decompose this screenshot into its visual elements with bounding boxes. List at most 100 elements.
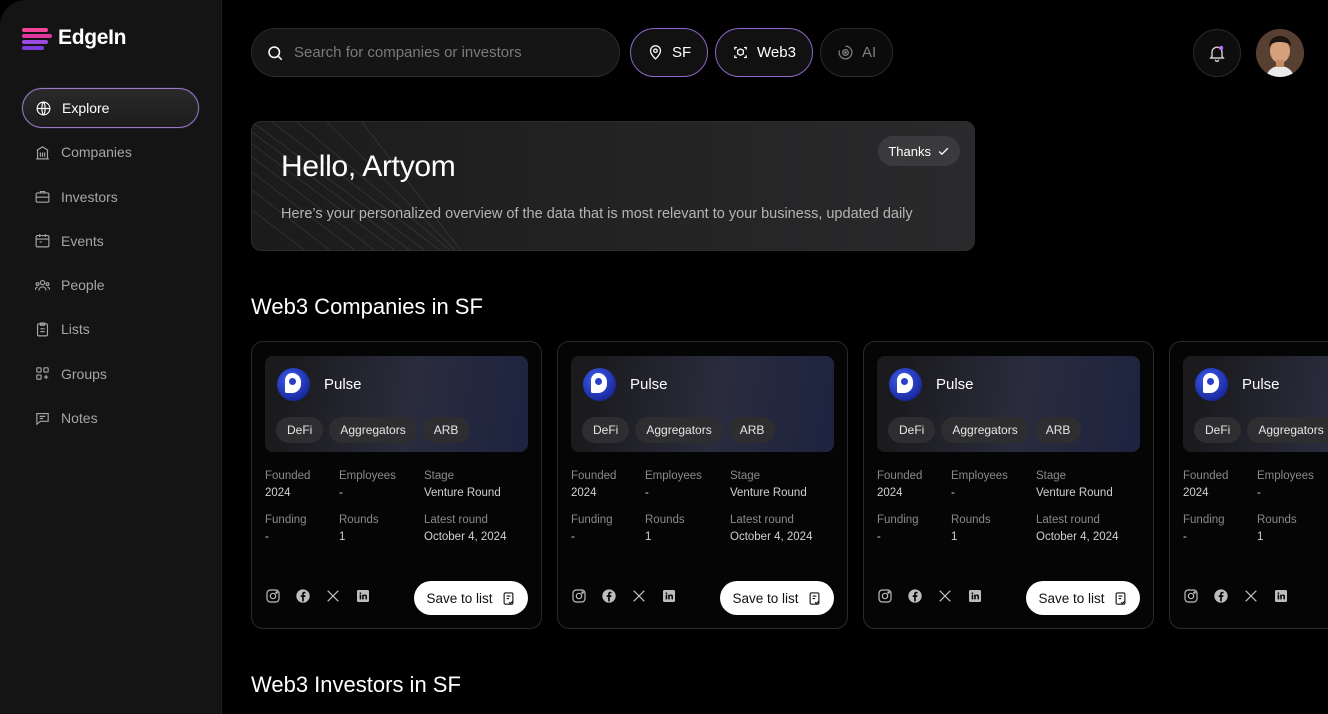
- tag-chip[interactable]: DeFi: [1194, 417, 1242, 443]
- stage-label: Stage: [730, 470, 761, 482]
- tag-chip[interactable]: ARB: [1034, 417, 1082, 443]
- x-twitter-icon[interactable]: [631, 588, 647, 604]
- logo-icon: [22, 26, 52, 50]
- funding-field: Funding -: [877, 514, 919, 543]
- company-name[interactable]: Pulse: [630, 376, 668, 393]
- search-input[interactable]: [294, 44, 594, 61]
- building-icon: [36, 145, 49, 160]
- rounds-value: 1: [951, 531, 958, 543]
- company-card[interactable]: Pulse DeFi Aggregators ARB Founded 2024 Em…: [863, 341, 1154, 629]
- sidebar-item-people[interactable]: People: [22, 265, 199, 305]
- founded-field: Founded 2024: [877, 470, 922, 499]
- sidebar-item-notes[interactable]: Notes: [22, 398, 199, 438]
- welcome-banner: Hello, Artyom Here’s your personalized o…: [251, 121, 975, 251]
- company-name[interactable]: Pulse: [936, 376, 974, 393]
- rounds-field: Rounds 1: [1257, 514, 1297, 543]
- save-to-list-button[interactable]: Save to list: [1026, 581, 1140, 615]
- x-twitter-icon[interactable]: [325, 588, 341, 604]
- linkedin-icon[interactable]: [355, 588, 371, 604]
- facebook-icon[interactable]: [295, 588, 311, 604]
- sidebar: EdgeIn Explore Companies Investors Event…: [0, 0, 222, 714]
- location-pin-icon: [649, 45, 662, 60]
- employees-field: Employees -: [339, 470, 396, 499]
- rounds-label: Rounds: [645, 514, 685, 526]
- save-to-list-button[interactable]: Save to list: [720, 581, 834, 615]
- tag-chip[interactable]: ARB: [422, 417, 470, 443]
- stage-field: Stage Venture Round: [1036, 470, 1113, 499]
- filter-chip-sf[interactable]: SF: [630, 28, 709, 77]
- tag-chip[interactable]: DeFi: [582, 417, 630, 443]
- search-icon: [268, 45, 283, 60]
- greeting-title: Hello, Artyom: [281, 150, 456, 183]
- stage-field: Stage Venture Round: [730, 470, 807, 499]
- founded-value: 2024: [571, 487, 597, 499]
- founded-label: Founded: [571, 470, 617, 482]
- company-name[interactable]: Pulse: [1242, 376, 1280, 393]
- company-card[interactable]: Pulse DeFi Aggregators Founded 2024 Emplo…: [1169, 341, 1328, 629]
- funding-value: -: [877, 531, 881, 543]
- company-card[interactable]: Pulse DeFi Aggregators ARB Founded 2024 Em…: [557, 341, 848, 629]
- facebook-icon[interactable]: [1213, 588, 1229, 604]
- tag-chip[interactable]: DeFi: [276, 417, 324, 443]
- sidebar-item-lists[interactable]: Lists: [22, 309, 199, 349]
- greeting-subtitle: Here’s your personalized overview of the…: [281, 206, 913, 222]
- employees-field: Employees -: [645, 470, 702, 499]
- save-to-list-button[interactable]: Save to list: [414, 581, 528, 615]
- section-title-companies: Web3 Companies in SF: [251, 294, 483, 319]
- filter-chip-web3[interactable]: Web3: [715, 28, 813, 77]
- linkedin-icon[interactable]: [967, 588, 983, 604]
- employees-value: -: [951, 487, 955, 499]
- stage-field: Stage Venture Round: [424, 470, 501, 499]
- tag-list: DeFi Aggregators ARB: [888, 417, 1082, 443]
- employees-value: -: [645, 487, 649, 499]
- founded-label: Founded: [1183, 470, 1229, 482]
- social-links: [265, 588, 371, 604]
- linkedin-icon[interactable]: [1273, 588, 1289, 604]
- instagram-icon[interactable]: [265, 588, 281, 604]
- sidebar-item-explore[interactable]: Explore: [22, 88, 199, 128]
- rounds-value: 1: [1257, 531, 1264, 543]
- founded-value: 2024: [265, 487, 291, 499]
- social-links: [1183, 588, 1289, 604]
- sidebar-item-investors[interactable]: Investors: [22, 177, 199, 217]
- facebook-icon[interactable]: [601, 588, 617, 604]
- instagram-icon[interactable]: [571, 588, 587, 604]
- latest-round-label: Latest round: [424, 514, 488, 526]
- tag-chip[interactable]: ARB: [728, 417, 776, 443]
- latest-round-label: Latest round: [1036, 514, 1100, 526]
- tag-chip[interactable]: DeFi: [888, 417, 936, 443]
- search-bar[interactable]: [251, 28, 620, 77]
- latest-round-field: Latest round October 4, 2024: [1036, 514, 1118, 543]
- instagram-icon[interactable]: [877, 588, 893, 604]
- tag-chip[interactable]: Aggregators: [329, 417, 417, 443]
- sidebar-item-groups[interactable]: Groups: [22, 354, 199, 394]
- thanks-button[interactable]: Thanks: [878, 136, 960, 166]
- company-name[interactable]: Pulse: [324, 376, 362, 393]
- latest-round-value: October 4, 2024: [730, 531, 813, 543]
- latest-round-label: Latest round: [730, 514, 794, 526]
- logo[interactable]: EdgeIn: [22, 26, 127, 50]
- linkedin-icon[interactable]: [661, 588, 677, 604]
- rounds-field: Rounds 1: [951, 514, 991, 543]
- filter-chip-ai[interactable]: AI: [820, 28, 894, 77]
- facebook-icon[interactable]: [907, 588, 923, 604]
- tag-chip[interactable]: Aggregators: [941, 417, 1029, 443]
- notifications-button[interactable]: [1193, 29, 1241, 77]
- x-twitter-icon[interactable]: [937, 588, 953, 604]
- stage-label: Stage: [424, 470, 455, 482]
- founded-value: 2024: [877, 487, 903, 499]
- avatar[interactable]: [1256, 29, 1304, 77]
- company-card[interactable]: Pulse DeFi Aggregators ARB Founded 2024 Em…: [251, 341, 542, 629]
- sidebar-item-companies[interactable]: Companies: [22, 132, 199, 172]
- tag-chip[interactable]: Aggregators: [635, 417, 723, 443]
- tag-chip[interactable]: Aggregators: [1247, 417, 1328, 443]
- x-twitter-icon[interactable]: [1243, 588, 1259, 604]
- company-card-header: Pulse DeFi Aggregators ARB: [571, 356, 834, 452]
- decorative-lines: [252, 122, 462, 250]
- funding-value: -: [571, 531, 575, 543]
- funding-field: Funding -: [571, 514, 613, 543]
- sidebar-item-events[interactable]: Events: [22, 221, 199, 261]
- funding-value: -: [1183, 531, 1187, 543]
- sidebar-item-label: People: [61, 277, 105, 294]
- instagram-icon[interactable]: [1183, 588, 1199, 604]
